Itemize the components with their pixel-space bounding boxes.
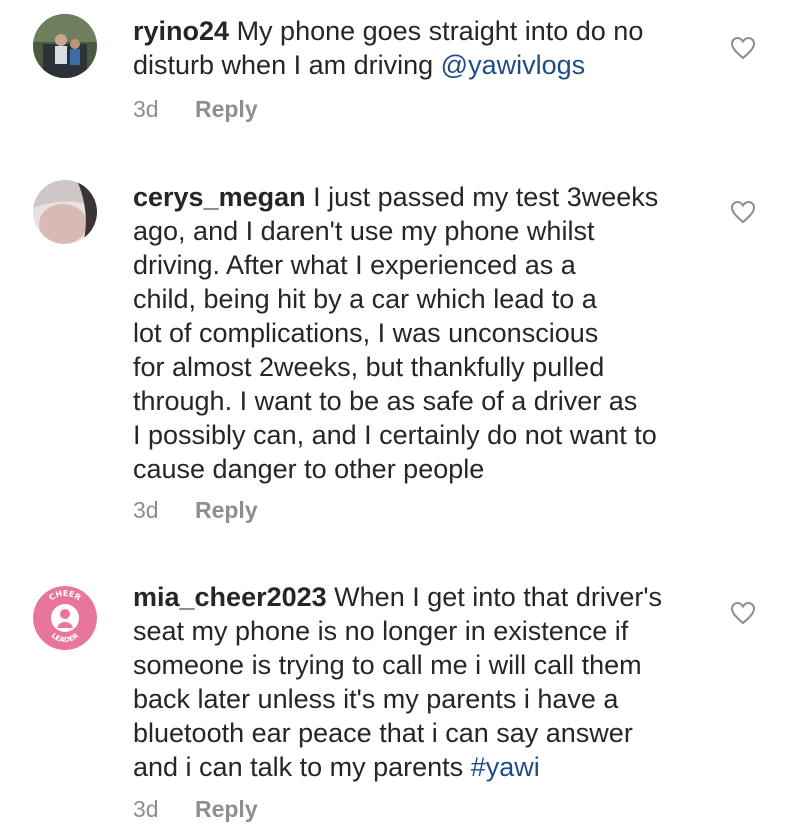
comment-line: for almost 2weeks, but thankfully pulled [133, 352, 605, 382]
heart-outline-icon[interactable] [730, 601, 756, 625]
comment-line: someone is trying to call me i will call… [133, 650, 642, 680]
reply-button[interactable]: Reply [195, 497, 258, 523]
user-photo-avatar [33, 180, 97, 244]
hashtag-link[interactable]: #yawi [471, 752, 540, 782]
comment-line: back later unless it's my parents i have… [133, 684, 619, 714]
comment-text: cerys_megan I just passed my test 3weeks… [133, 180, 713, 486]
comment-line: cause danger to other people [133, 454, 485, 484]
comment-line: bluetooth ear peace that i can say answe… [133, 718, 633, 748]
comment-line: and i can talk to my parents [133, 752, 464, 782]
comment-line: I just passed my test 3weeks [313, 182, 659, 212]
comment-username[interactable]: ryino24 [133, 16, 229, 46]
reply-button[interactable]: Reply [195, 796, 258, 822]
avatar[interactable] [33, 14, 97, 78]
comment-username[interactable]: cerys_megan [133, 182, 306, 212]
timestamp: 3d [133, 796, 159, 822]
avatar[interactable] [33, 180, 97, 244]
comment-text: mia_cheer2023 When I get into that drive… [133, 580, 713, 784]
mention-link[interactable]: @yawivlogs [441, 50, 585, 80]
comment-meta: 3d Reply [133, 96, 288, 123]
heart-outline-icon[interactable] [730, 200, 756, 224]
timestamp: 3d [133, 497, 159, 523]
comment-line: disturb when I am driving [133, 50, 434, 80]
comment-line: seat my phone is no longer in existence … [133, 616, 629, 646]
comment-meta: 3d Reply [133, 497, 288, 524]
comment-username[interactable]: mia_cheer2023 [133, 582, 327, 612]
cheer-leader-logo-avatar: CHEER LEADER [33, 586, 97, 650]
comment-line: ago, and I daren't use my phone whilst [133, 216, 595, 246]
avatar[interactable]: CHEER LEADER [33, 586, 97, 650]
comment-text: ryino24 My phone goes straight into do n… [133, 14, 713, 82]
timestamp: 3d [133, 96, 159, 122]
comment-meta: 3d Reply [133, 796, 288, 823]
user-photo-avatar [33, 14, 97, 78]
comment-line: lot of complications, I was unconscious [133, 318, 599, 348]
comment-line: driving. After what I experienced as a [133, 250, 576, 280]
reply-button[interactable]: Reply [195, 96, 258, 122]
comment-line: through. I want to be as safe of a drive… [133, 386, 638, 416]
comment-line: child, being hit by a car which lead to … [133, 284, 597, 314]
comment-line: When I get into that driver's [334, 582, 662, 612]
comment-line: My phone goes straight into do no [236, 16, 644, 46]
comment-line: I possibly can, and I certainly do not w… [133, 420, 657, 450]
heart-outline-icon[interactable] [730, 36, 756, 60]
